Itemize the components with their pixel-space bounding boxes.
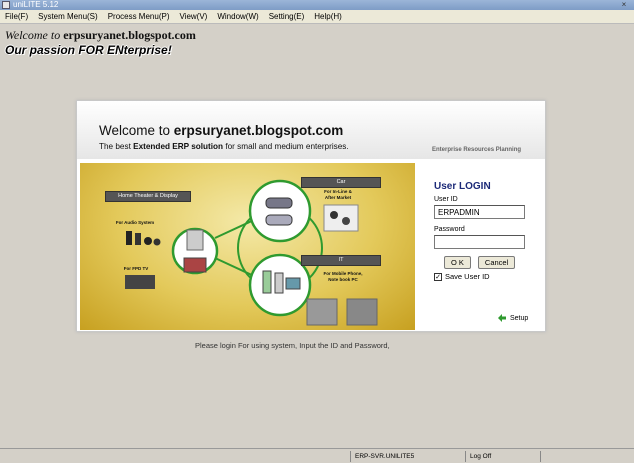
car-label: Car	[301, 177, 381, 188]
login-buttons: O K Cancel	[444, 256, 539, 269]
save-user-row: ✓ Save User ID	[434, 272, 539, 281]
save-user-label: Save User ID	[445, 272, 490, 281]
cancel-button[interactable]: Cancel	[477, 256, 516, 269]
password-label: Password	[434, 226, 465, 233]
card-subtitle-suffix: for small and medium enterprises.	[223, 142, 349, 151]
app-icon	[2, 1, 10, 9]
promo-image: Home Theater & Display For Audio System …	[80, 163, 415, 330]
car-circle	[248, 179, 312, 243]
status-bar: ERP-SVR.UNILITE5 Log Off	[0, 448, 634, 463]
menu-process[interactable]: Process Menu(P)	[103, 10, 175, 24]
menu-setting[interactable]: Setting(E)	[264, 10, 310, 24]
ok-button[interactable]: O K	[444, 256, 471, 269]
user-id-input[interactable]	[434, 205, 525, 219]
fpd-label: For FPD TV	[123, 266, 149, 271]
password-input[interactable]	[434, 235, 525, 249]
card-title-site: erpsuryanet.blogspot.com	[173, 123, 344, 138]
erp-tagline: Enterprise Resources Planning	[432, 147, 522, 153]
it-sub-label: For Mobile Phone, Note book PC	[323, 271, 363, 282]
status-empty	[540, 451, 630, 462]
setup-icon	[498, 314, 506, 322]
banner-welcome: Welcome to erpsuryanet.blogspot.com	[5, 28, 196, 43]
card-title: Welcome to erpsuryanet.blogspot.com	[99, 123, 343, 138]
save-user-checkbox[interactable]: ✓	[434, 272, 442, 281]
banner-welcome-prefix: Welcome to	[5, 28, 64, 42]
banner-passion: Our passion FOR ENterprise!	[5, 43, 172, 57]
it-label: IT	[301, 255, 381, 266]
menu-bar: File(F) System Menu(S) Process Menu(P) V…	[0, 10, 634, 24]
banner-site: erpsuryanet.blogspot.com	[63, 28, 196, 42]
setup-label: Setup	[510, 314, 529, 322]
menu-window[interactable]: Window(W)	[212, 10, 263, 24]
menu-system[interactable]: System Menu(S)	[33, 10, 103, 24]
title-bar: uniLITE 5.12 ×	[0, 0, 634, 10]
login-title: User LOGIN	[434, 181, 491, 192]
audio-label: For Audio System	[115, 220, 155, 225]
login-hint: Please login For using system, Input the…	[195, 341, 390, 350]
card-title-prefix: Welcome to	[99, 123, 174, 138]
promo-graphic	[125, 179, 378, 326]
menu-file[interactable]: File(F)	[0, 10, 33, 24]
window-title: uniLITE 5.12	[13, 0, 59, 9]
login-panel: User LOGIN User ID Password O K Cancel ✓…	[434, 181, 539, 281]
menu-view[interactable]: View(V)	[174, 10, 212, 24]
card-subtitle-bold: Extended ERP solution	[133, 142, 224, 151]
car-sub-label: For In-Line & After Market	[324, 189, 352, 200]
card-subtitle-prefix: The best	[99, 142, 134, 151]
user-id-label: User ID	[434, 196, 458, 203]
close-icon[interactable]: ×	[618, 0, 630, 10]
status-logoff[interactable]: Log Off	[465, 451, 535, 462]
login-card: Welcome to erpsuryanet.blogspot.com The …	[76, 100, 546, 332]
menu-help[interactable]: Help(H)	[309, 10, 347, 24]
status-server: ERP-SVR.UNILITE5	[350, 451, 460, 462]
setup-link[interactable]: Setup	[497, 313, 528, 323]
card-header: Welcome to erpsuryanet.blogspot.com The …	[77, 101, 545, 159]
card-subtitle: The best Extended ERP solution for small…	[99, 142, 349, 151]
home-theater-label: Home Theater & Display	[105, 191, 191, 202]
